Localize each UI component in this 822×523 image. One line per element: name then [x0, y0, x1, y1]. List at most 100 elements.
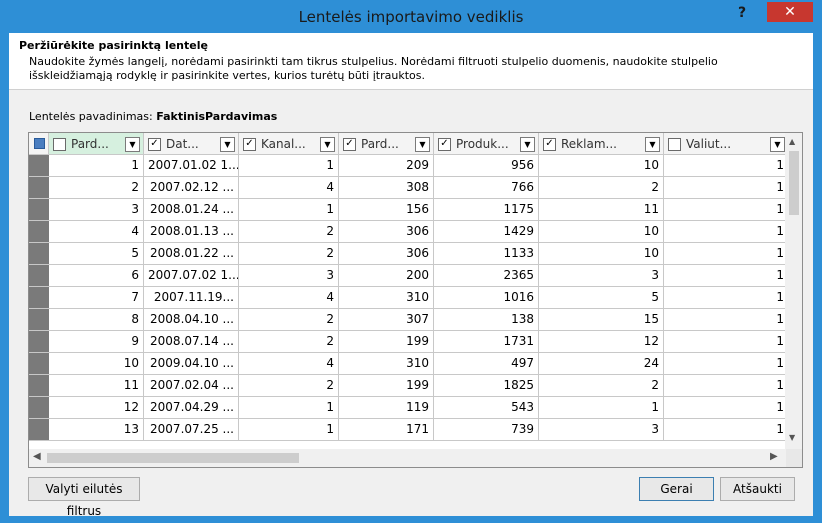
column-header-label: Valiut...	[686, 137, 732, 151]
row-header[interactable]	[29, 309, 49, 331]
column-header[interactable]: ✓ Dat... ▼	[144, 133, 239, 155]
horizontal-scrollbar[interactable]: ◀ ▶	[29, 449, 802, 467]
table-cell: 306	[339, 243, 434, 265]
table-cell: 209	[339, 155, 434, 177]
scroll-right-icon[interactable]: ▶	[770, 451, 778, 462]
column-header-label: Produk...	[456, 137, 509, 151]
table-cell: 4	[239, 177, 339, 199]
filter-dropdown-icon[interactable]: ▼	[520, 137, 535, 152]
close-button[interactable]: ✕	[767, 2, 813, 22]
table-cell: 1	[664, 353, 789, 375]
table-cell: 10	[539, 243, 664, 265]
column-header[interactable]: ✓ Reklam... ▼	[539, 133, 664, 155]
column-header[interactable]: ✓ Pard... ▼	[339, 133, 434, 155]
column-checkbox[interactable]	[53, 138, 66, 151]
table-cell: 171	[339, 419, 434, 441]
filter-dropdown-icon[interactable]: ▼	[125, 137, 140, 152]
window-title: Lentelės importavimo vediklis	[298, 8, 524, 26]
row-header[interactable]	[29, 375, 49, 397]
preview-grid[interactable]: Pard... ▼ ✓ Dat... ▼ ✓ Kanal... ▼ ✓ Pard... ▼ ✓ Prod…	[28, 132, 803, 468]
table-cell: 2007.01.02 1...	[144, 155, 239, 177]
table-cell: 10	[49, 353, 144, 375]
column-checkbox[interactable]	[668, 138, 681, 151]
row-header[interactable]	[29, 177, 49, 199]
table-name-value: FaktinisPardavimas	[156, 110, 278, 123]
table-cell: 2	[539, 375, 664, 397]
table-cell: 1	[664, 331, 789, 353]
ok-button[interactable]: Gerai	[639, 477, 714, 501]
row-header[interactable]	[29, 397, 49, 419]
row-header[interactable]	[29, 265, 49, 287]
row-header[interactable]	[29, 419, 49, 441]
table-cell: 5	[539, 287, 664, 309]
column-header[interactable]: ✓ Produk... ▼	[434, 133, 539, 155]
select-all-header[interactable]	[29, 133, 49, 155]
table-cell: 2	[239, 309, 339, 331]
table-cell: 308	[339, 177, 434, 199]
scroll-left-icon[interactable]: ◀	[33, 451, 41, 462]
table-cell: 2	[239, 331, 339, 353]
column-checkbox[interactable]: ✓	[148, 138, 161, 151]
horizontal-scroll-thumb[interactable]	[47, 453, 299, 463]
table-cell: 2009.04.10 ...	[144, 353, 239, 375]
filter-dropdown-icon[interactable]: ▼	[320, 137, 335, 152]
table-cell: 2007.07.02 1...	[144, 265, 239, 287]
filter-dropdown-icon[interactable]: ▼	[415, 137, 430, 152]
table-cell: 3	[239, 265, 339, 287]
table-name-label: Lentelės pavadinimas:	[29, 110, 153, 123]
table-cell: 2008.07.14 ...	[144, 331, 239, 353]
row-header[interactable]	[29, 243, 49, 265]
table-cell: 956	[434, 155, 539, 177]
table-cell: 7	[49, 287, 144, 309]
table-cell: 2007.11.19...	[144, 287, 239, 309]
cancel-button[interactable]: Atšaukti	[720, 477, 795, 501]
vertical-scrollbar[interactable]: ▲ ▼	[785, 133, 802, 449]
table-cell: 199	[339, 331, 434, 353]
table-cell: 739	[434, 419, 539, 441]
column-checkbox[interactable]: ✓	[438, 138, 451, 151]
column-header[interactable]: Valiut... ▼	[664, 133, 789, 155]
row-header[interactable]	[29, 221, 49, 243]
row-header[interactable]	[29, 287, 49, 309]
table-cell: 10	[539, 221, 664, 243]
filter-dropdown-icon[interactable]: ▼	[770, 137, 785, 152]
filter-dropdown-icon[interactable]: ▼	[220, 137, 235, 152]
scroll-corner	[786, 449, 802, 467]
table-cell: 1	[664, 177, 789, 199]
scroll-down-icon[interactable]: ▼	[789, 433, 795, 442]
column-header[interactable]: Pard... ▼	[49, 133, 144, 155]
column-checkbox[interactable]: ✓	[343, 138, 356, 151]
column-checkbox[interactable]: ✓	[243, 138, 256, 151]
row-header[interactable]	[29, 155, 49, 177]
table-cell: 24	[539, 353, 664, 375]
help-button[interactable]: ?	[729, 3, 755, 25]
table-cell: 1	[664, 265, 789, 287]
table-cell: 2	[539, 177, 664, 199]
table-cell: 2	[239, 221, 339, 243]
table-cell: 1429	[434, 221, 539, 243]
table-cell: 1	[664, 243, 789, 265]
table-cell: 1	[664, 287, 789, 309]
row-header[interactable]	[29, 199, 49, 221]
table-cell: 1	[239, 397, 339, 419]
table-cell: 3	[49, 199, 144, 221]
column-header-label: Pard...	[361, 137, 399, 151]
table-cell: 3	[539, 419, 664, 441]
column-checkbox[interactable]: ✓	[543, 138, 556, 151]
row-header[interactable]	[29, 353, 49, 375]
header-title: Peržiūrėkite pasirinktą lentelę	[19, 39, 208, 52]
table-cell: 1731	[434, 331, 539, 353]
dialog-window: Lentelės importavimo vediklis ? ✕ Peržiū…	[0, 0, 822, 523]
scroll-up-icon[interactable]: ▲	[789, 137, 795, 146]
header-panel: Peržiūrėkite pasirinktą lentelę Naudokit…	[9, 33, 813, 89]
table-cell: 1	[664, 309, 789, 331]
column-header[interactable]: ✓ Kanal... ▼	[239, 133, 339, 155]
table-cell: 156	[339, 199, 434, 221]
row-header[interactable]	[29, 331, 49, 353]
table-cell: 1	[49, 155, 144, 177]
table-cell: 497	[434, 353, 539, 375]
table-cell: 2008.01.24 ...	[144, 199, 239, 221]
vertical-scroll-thumb[interactable]	[789, 151, 799, 215]
clear-row-filters-button[interactable]: Valyti eilutės filtrus	[28, 477, 140, 518]
filter-dropdown-icon[interactable]: ▼	[645, 137, 660, 152]
